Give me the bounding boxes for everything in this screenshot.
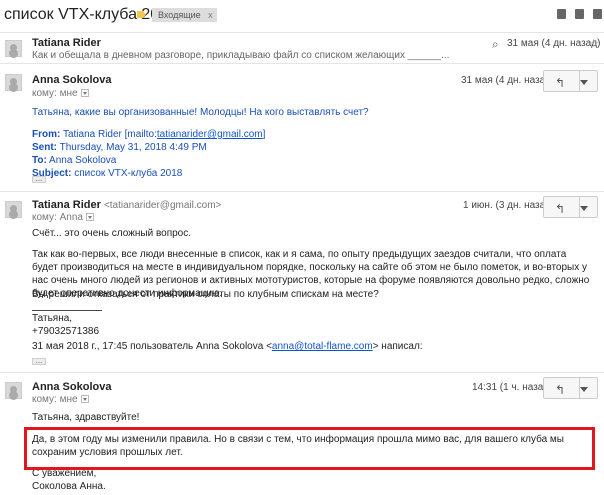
avatar [5, 74, 22, 91]
recipient-line[interactable]: кому: Anna [32, 212, 94, 223]
from-email-link[interactable]: tatianarider@gmail.com [157, 129, 263, 140]
sent-value: Thursday, May 31, 2018 4:49 PM [59, 142, 207, 153]
message-date: 31 мая (4 дн. назад) [507, 38, 601, 49]
chevron-down-icon[interactable] [80, 89, 89, 98]
quote-email-link[interactable]: anna@total-flame.com [272, 341, 373, 352]
quote-intro: 31 мая 2018 г., 17:45 пользователь Anna … [32, 340, 592, 353]
reply-icon[interactable]: ↰ [555, 202, 565, 216]
sender-name: Tatiana Rider [32, 37, 101, 49]
message-actions: ↰ [543, 70, 598, 92]
message-date: 31 мая (4 дн. назад) [461, 75, 555, 86]
avatar [5, 201, 22, 218]
highlight-frame [24, 427, 595, 470]
message-actions: ↰ [543, 196, 598, 218]
sender-name: Anna Sokolova [32, 381, 112, 393]
sender-name: Tatiana Rider <tatianarider@gmail.com> [32, 199, 221, 211]
chevron-down-icon[interactable] [85, 213, 94, 222]
sent-label: Sent: [32, 142, 57, 153]
inbox-label-text: Входящие [158, 10, 201, 20]
more-options-icon[interactable] [580, 80, 588, 85]
quote-intro-text: 31 мая 2018 г., 17:45 пользователь Anna … [32, 341, 272, 352]
to-label: To: [32, 155, 47, 166]
signature-name: Соколова Анна. [32, 481, 106, 492]
remove-label-icon[interactable]: x [208, 8, 213, 22]
save-icon[interactable] [593, 9, 602, 19]
recipient-line[interactable]: кому: мне [32, 88, 89, 99]
from-end: ] [262, 129, 266, 140]
inbox-label-chip[interactable]: Входящие x [152, 8, 217, 22]
subject-value: список VTX-клуба 2018 [74, 168, 183, 179]
from-label: From: [32, 129, 61, 140]
quoted-header: From: Tatiana Rider [mailto:tatianarider… [32, 128, 592, 180]
more-options-icon[interactable] [580, 387, 588, 392]
show-trimmed-button[interactable]: ... [32, 175, 46, 183]
message-collapsed[interactable]: Tatiana Rider Как и обещала в дневном ра… [0, 32, 604, 62]
sender-name-text: Tatiana Rider [32, 199, 101, 211]
message-expanded: Tatiana Rider <tatianarider@gmail.com> к… [0, 191, 604, 371]
signature-name: Татьяна, [32, 313, 73, 324]
message-greeting: Татьяна, здравствуйте! [32, 412, 140, 423]
print-icon[interactable] [557, 9, 566, 19]
recipient-text: кому: Anna [32, 212, 83, 223]
message-actions: ↰ [543, 377, 598, 399]
chevron-down-icon[interactable] [80, 395, 89, 404]
message-expanded: Anna Sokolova кому: мне 31 мая (4 дн. на… [0, 63, 604, 190]
show-trimmed-button[interactable]: ... [32, 357, 46, 365]
sender-email: <tatianarider@gmail.com> [103, 200, 222, 211]
signature-divider [32, 310, 102, 311]
sender-name: Anna Sokolova [32, 74, 112, 86]
new-window-icon[interactable] [575, 9, 584, 19]
message-body: Татьяна, какие вы организованные! Молодц… [32, 107, 369, 118]
recipient-text: кому: мне [32, 88, 78, 99]
message-date: 1 июн. (3 дн. назад) [463, 200, 555, 211]
to-value: Anna Sokolova [49, 155, 117, 166]
more-options-icon[interactable] [580, 206, 588, 211]
star-icon[interactable]: ☆ [588, 36, 600, 52]
message-signature: С уважением, Соколова Анна. [32, 467, 592, 493]
signature-phone: +79032571386 [32, 326, 100, 337]
avatar [5, 382, 22, 399]
from-value: Tatiana Rider [mailto: [62, 129, 157, 140]
paperclip-icon: ⌕ [492, 37, 499, 51]
message-snippet: Как и обещала в дневном разговоре, прикл… [32, 50, 450, 61]
reply-icon[interactable]: ↰ [555, 76, 565, 90]
signature: Татьяна, +79032571386 [32, 312, 592, 338]
thread-header: список VTX-клуба 2018 Входящие x [0, 0, 604, 30]
thread-toolbar [548, 9, 602, 22]
avatar [5, 40, 22, 57]
message-date: 14:31 (1 ч. назад) [472, 382, 553, 393]
quote-end: > написал: [372, 341, 423, 352]
message-body-p1: Счёт... это очень сложный вопрос. [32, 228, 192, 239]
recipient-text: кому: мне [32, 394, 78, 405]
recipient-line[interactable]: кому: мне [32, 394, 89, 405]
message-body-p3: Вы решили отказаться от практики оплаты … [32, 289, 379, 300]
reply-icon[interactable]: ↰ [555, 383, 565, 397]
